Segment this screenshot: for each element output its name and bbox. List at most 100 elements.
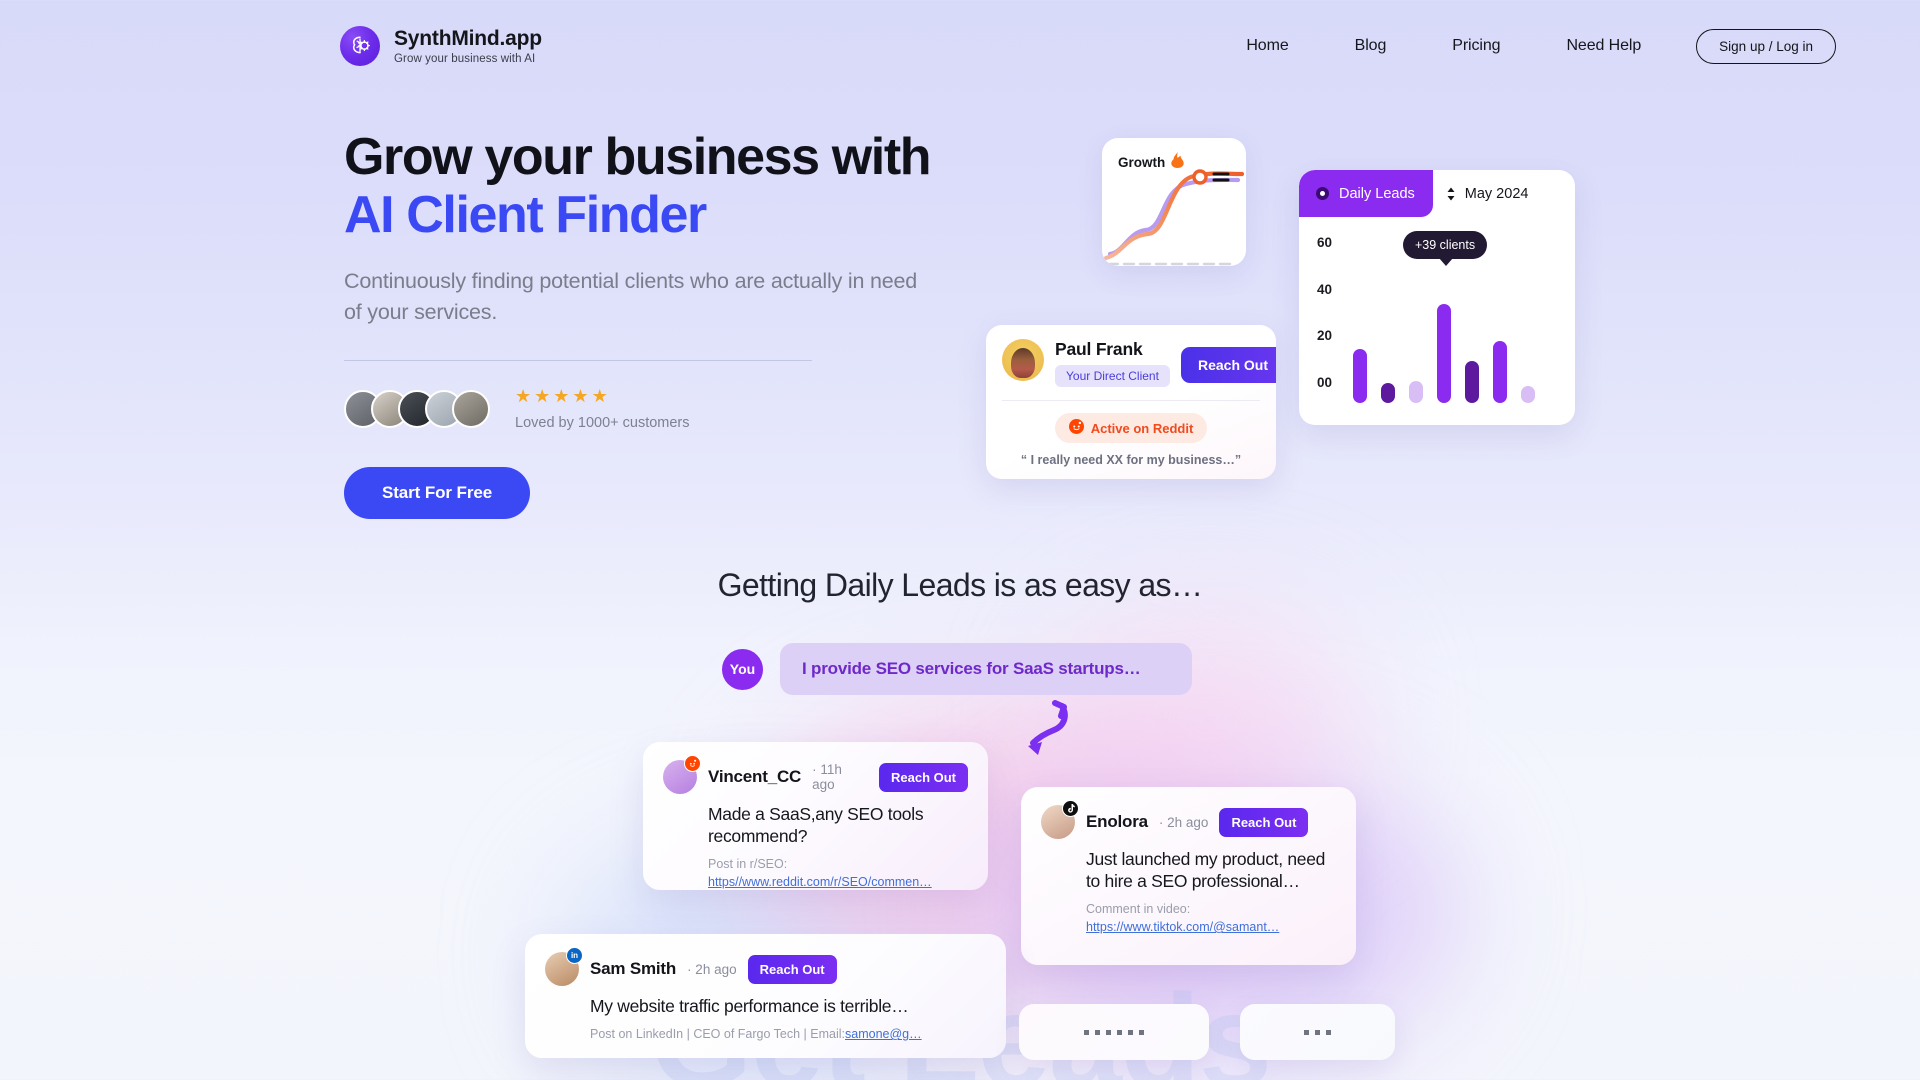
chat-prompt-row: You I provide SEO services for SaaS star… [722, 643, 1192, 695]
brand[interactable]: SynthMind.app Grow your business with AI [340, 26, 542, 66]
star-icon: ★ [553, 385, 570, 406]
growth-card: Growth [1102, 138, 1246, 266]
nav-item-need-help[interactable]: Need Help [1533, 37, 1674, 55]
avatar [1041, 800, 1079, 839]
rating-stars: ★ ★ ★ ★ ★ [515, 387, 690, 405]
source-badge-label: Active on Reddit [1090, 420, 1194, 436]
lead-meta: Post on LinkedIn | CEO of Fargo Tech | E… [590, 1025, 986, 1043]
start-for-free-button[interactable]: Start For Free [344, 466, 531, 519]
y-tick: 60 [1317, 235, 1333, 250]
chart-bar [1409, 380, 1423, 403]
placeholder-card[interactable] [1240, 1004, 1395, 1060]
section-title: Getting Daily Leads is as easy as… [717, 567, 1203, 603]
lead-message: Made a SaaS,any SEO tools recommend? [708, 804, 924, 847]
divider [1002, 400, 1260, 401]
lead-card[interactable]: in Sam Smith · 2h ago Reach Out My websi… [525, 934, 1006, 1058]
reach-out-button[interactable]: Reach Out [1180, 347, 1276, 383]
growth-chart [1103, 169, 1245, 266]
nav-item-blog[interactable]: Blog [1322, 37, 1420, 55]
tab-daily-leads-label: Daily Leads [1339, 185, 1415, 202]
customer-avatars [344, 389, 490, 428]
main-nav: Home Blog Pricing Need Help Sign up / Lo… [1213, 28, 1836, 64]
avatar [1002, 339, 1044, 381]
chart-bar [1437, 304, 1451, 403]
reach-out-button[interactable]: Reach Out [1219, 807, 1309, 837]
lead-source-link[interactable]: samone@g… [845, 1027, 922, 1041]
nav-item-pricing[interactable]: Pricing [1419, 37, 1533, 55]
chart-bar [1465, 361, 1479, 403]
avatar [663, 755, 701, 794]
loading-dots-icon [1084, 1029, 1144, 1035]
site-header: SynthMind.app Grow your business with AI… [0, 0, 1920, 92]
lead-meta: Post in r/SEO: https//www.reddit.com/r/S… [708, 855, 968, 891]
leads-bar-chart: 60 40 20 00 +39 clients [1299, 217, 1575, 415]
hero-section: Grow your business with AI Client Finder… [344, 128, 964, 519]
signup-login-button[interactable]: Sign up / Log in [1696, 28, 1836, 64]
placeholder-card[interactable] [1019, 1004, 1209, 1060]
y-tick: 00 [1317, 374, 1333, 390]
tiktok-icon [1062, 800, 1079, 817]
chart-bar [1353, 348, 1367, 403]
lead-timestamp: · 2h ago [687, 961, 737, 977]
chevron-updown-icon [1446, 186, 1456, 202]
chart-bar [1521, 385, 1535, 403]
lead-meta: Comment in video: https://www.tiktok.com… [1086, 900, 1336, 936]
social-proof: ★ ★ ★ ★ ★ Loved by 1000+ customers [344, 387, 964, 431]
hero-title-line-1: Grow your business with [344, 128, 932, 186]
avatar [452, 389, 490, 428]
reach-out-button[interactable]: Reach Out [878, 762, 968, 792]
direct-client-card: Paul Frank Your Direct Client Reach Out … [986, 325, 1276, 479]
brand-name: SynthMind.app [394, 27, 542, 51]
lead-message: Just launched my product, need to hire a… [1086, 849, 1326, 892]
reddit-icon [684, 755, 701, 772]
daily-leads-card: Daily Leads May 2024 60 40 20 00 +39 cli… [1299, 170, 1575, 425]
month-selector[interactable]: May 2024 [1433, 170, 1529, 217]
chat-message: I provide SEO services for SaaS startups… [780, 643, 1192, 695]
lead-author: Enolora [1086, 812, 1148, 831]
lead-author: Vincent_CC [708, 767, 802, 786]
star-icon: ★ [572, 385, 589, 406]
lead-source-link[interactable]: https//www.reddit.com/r/SEO/commen… [708, 875, 932, 889]
chat-author-badge: You [722, 648, 763, 690]
lead-card[interactable]: Enolora · 2h ago Reach Out Just launched… [1021, 787, 1356, 965]
avatar: in [545, 947, 583, 986]
brain-gear-icon [340, 26, 380, 66]
chart-bar [1493, 341, 1507, 403]
star-icon: ★ [515, 385, 532, 406]
tab-daily-leads[interactable]: Daily Leads [1299, 170, 1433, 217]
y-tick: 40 [1317, 281, 1333, 297]
hero-title-line-2: AI Client Finder [344, 186, 707, 245]
lead-card[interactable]: Vincent_CC · 11h ago Reach Out Made a Sa… [643, 742, 988, 890]
page-title: Grow your business with AI Client Finder [344, 128, 964, 244]
lead-meta-label: Comment in video: [1086, 902, 1191, 917]
leads-card-header: Daily Leads May 2024 [1299, 170, 1575, 217]
radio-selected-icon [1316, 187, 1329, 200]
linkedin-icon: in [566, 947, 583, 964]
client-name: Paul Frank [1055, 339, 1143, 359]
lead-author: Sam Smith [590, 959, 677, 978]
lead-timestamp: · 2h ago [1158, 814, 1209, 830]
lead-meta-label: Post on LinkedIn | CEO of Fargo Tech | E… [590, 1027, 845, 1042]
reach-out-button[interactable]: Reach Out [747, 954, 837, 984]
lead-meta-label: Post in r/SEO: [708, 857, 788, 872]
brand-tagline: Grow your business with AI [394, 52, 536, 65]
client-quote: “ I really need XX for my business…” [1020, 453, 1242, 467]
curved-arrow-icon [1018, 700, 1078, 761]
month-label: May 2024 [1464, 185, 1529, 202]
lead-message: My website traffic performance is terrib… [590, 996, 909, 1016]
chart-bar [1381, 383, 1395, 403]
hero-subtitle: Continuously finding potential clients w… [344, 269, 918, 324]
star-icon: ★ [591, 385, 608, 406]
status-badge: Your Direct Client [1055, 365, 1170, 387]
y-tick: 20 [1317, 328, 1333, 344]
chart-bars [1353, 255, 1565, 403]
source-badge: Active on Reddit [1054, 413, 1208, 443]
lead-timestamp: · 11h ago [812, 762, 842, 792]
social-proof-text: Loved by 1000+ customers [515, 414, 690, 431]
star-icon: ★ [534, 385, 551, 406]
nav-item-home[interactable]: Home [1213, 37, 1321, 55]
chart-y-axis: 60 40 20 00 [1317, 235, 1332, 390]
hero-divider [344, 359, 812, 361]
lead-source-link[interactable]: https://www.tiktok.com/@samant… [1086, 920, 1279, 934]
loading-dots-icon [1304, 1029, 1331, 1035]
